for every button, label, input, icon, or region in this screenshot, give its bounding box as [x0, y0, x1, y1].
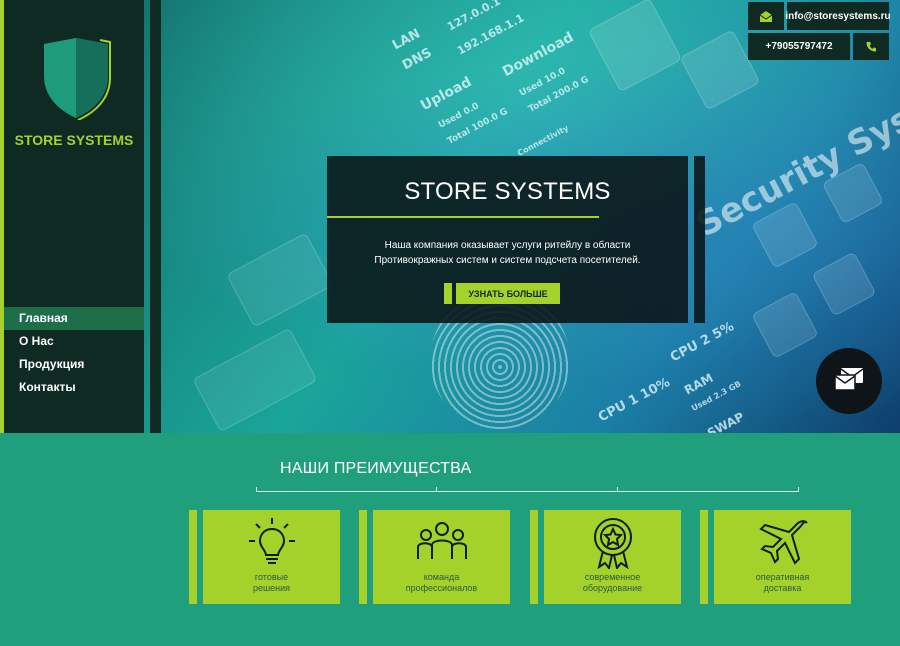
- shield-logo-icon: [40, 36, 112, 125]
- phone-icon[interactable]: [853, 33, 889, 60]
- advantage-label-line2: доставка: [763, 583, 802, 593]
- advantage-card-ready-solutions: готовые решения: [203, 510, 340, 604]
- sidebar-divider: [150, 0, 161, 433]
- advantage-card-delivery: оперативная доставка: [714, 510, 851, 604]
- email-icon[interactable]: [748, 2, 784, 30]
- nav-item-home[interactable]: Главная: [4, 307, 144, 330]
- advantage-label: оперативная доставка: [714, 572, 851, 594]
- nav-item-products[interactable]: Продукция: [4, 353, 144, 376]
- advantage-label-line2: оборудование: [582, 583, 643, 593]
- airplane-icon: [714, 515, 851, 567]
- envelope-chat-icon: [833, 366, 865, 397]
- hero-bg-dns: DNS: [400, 45, 435, 74]
- award-icon: [544, 515, 681, 569]
- learn-more-button[interactable]: УЗНАТЬ БОЛЬШЕ: [456, 283, 560, 304]
- sidebar: STORE SYSTEMS Главная О Нас Продукция Ко…: [0, 0, 144, 433]
- divider-tick: [617, 487, 618, 492]
- hero-title-underline: [327, 216, 599, 218]
- divider-tick: [798, 487, 799, 492]
- advantage-accent: [530, 510, 538, 604]
- advantage-card-team: команда профессионалов: [373, 510, 510, 604]
- advantage-label-line2: профессионалов: [405, 583, 478, 593]
- advantage-label: команда профессионалов: [373, 572, 510, 594]
- advantage-label-line2: решения: [252, 583, 291, 593]
- hero-card: STORE SYSTEMS Наша компания оказывает ус…: [327, 156, 688, 323]
- brand-name: STORE SYSTEMS: [14, 132, 134, 148]
- hero-bg-swap: SWAP: [705, 409, 747, 433]
- advantage-label-line1: команда: [423, 572, 460, 582]
- lightbulb-icon: [203, 515, 340, 567]
- hero-bg-cpu1: CPU 1 10%: [596, 374, 673, 426]
- nav-item-contacts[interactable]: Контакты: [4, 376, 144, 399]
- advantage-accent: [700, 510, 708, 604]
- advantage-label: современное оборудование: [544, 572, 681, 594]
- chat-button[interactable]: [816, 348, 882, 414]
- phone-link[interactable]: +79055797472: [748, 33, 850, 60]
- divider-tick: [256, 487, 257, 492]
- advantage-accent: [189, 510, 197, 604]
- advantage-label: готовые решения: [203, 572, 340, 594]
- nav-item-about[interactable]: О Нас: [4, 330, 144, 353]
- hero-title: STORE SYSTEMS: [404, 178, 611, 205]
- team-icon: [373, 515, 510, 567]
- advantages-title: НАШИ ПРЕИМУЩЕСТВА: [280, 460, 472, 477]
- hero-bg-cpu2: CPU 2 5%: [668, 319, 737, 366]
- advantage-card-equipment: современное оборудование: [544, 510, 681, 604]
- hero-bg-connectivity: Connectivity: [516, 123, 571, 158]
- advantage-label-line1: оперативная: [755, 572, 810, 582]
- advantage-label-line1: готовые: [254, 572, 289, 582]
- advantage-label-line1: современное: [584, 572, 641, 582]
- main-nav: Главная О Нас Продукция Контакты: [4, 307, 144, 399]
- advantages-divider: [256, 491, 799, 492]
- divider-tick: [436, 487, 437, 492]
- cta-accent: [444, 283, 452, 304]
- email-link[interactable]: info@storesystems.ru: [785, 2, 891, 30]
- hero-card-side-bar: [694, 156, 705, 323]
- hero-description: Наша компания оказывает услуги ритейлу в…: [374, 240, 641, 266]
- advantage-accent: [359, 510, 367, 604]
